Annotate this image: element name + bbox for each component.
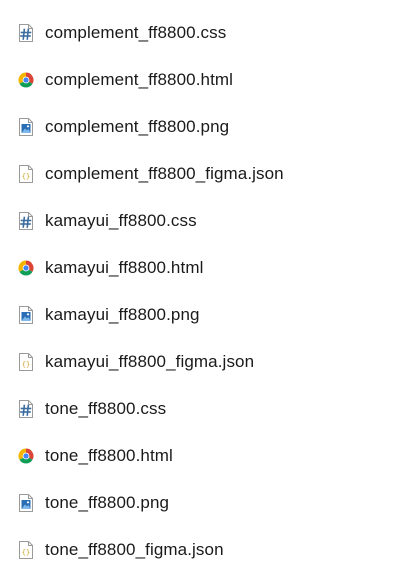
image-file-icon [18,305,34,324]
file-row[interactable]: {} tone_ff8800_figma.json [0,526,417,573]
file-name: complement_ff8800.png [45,116,230,136]
file-row[interactable]: kamayui_ff8800.png [0,291,417,338]
file-name: kamayui_ff8800.css [45,210,197,230]
image-file-icon [18,117,34,136]
file-row[interactable]: complement_ff8800.css [0,9,417,56]
file-name: complement_ff8800.css [45,22,227,42]
file-name: tone_ff8800.css [45,398,167,418]
svg-text:{}: {} [22,172,30,180]
css-file-icon [18,399,34,418]
file-row[interactable]: kamayui_ff8800.css [0,197,417,244]
file-row[interactable]: {} kamayui_ff8800_figma.json [0,338,417,385]
css-file-icon [18,211,34,230]
file-name: tone_ff8800_figma.json [45,539,224,559]
file-name: kamayui_ff8800.png [45,304,200,324]
chrome-html-icon [18,259,34,277]
file-row[interactable]: kamayui_ff8800.html [0,244,417,291]
file-row[interactable]: tone_ff8800.png [0,479,417,526]
file-row[interactable]: tone_ff8800.css [0,385,417,432]
css-file-icon [18,23,34,42]
file-row[interactable]: complement_ff8800.png [0,103,417,150]
file-row[interactable]: {} complement_ff8800_figma.json [0,150,417,197]
chrome-html-icon [18,71,34,89]
file-name: tone_ff8800.png [45,492,170,512]
file-name: kamayui_ff8800.html [45,257,204,277]
file-row[interactable]: complement_ff8800.html [0,56,417,103]
file-list: complement_ff8800.css complement_ff8800.… [0,9,417,573]
file-name: complement_ff8800_figma.json [45,163,284,183]
svg-text:{}: {} [22,360,30,368]
file-name: complement_ff8800.html [45,69,234,89]
json-file-icon: {} [18,164,34,183]
image-file-icon [18,493,34,512]
file-name: kamayui_ff8800_figma.json [45,351,255,371]
chrome-html-icon [18,447,34,465]
file-name: tone_ff8800.html [45,445,173,465]
json-file-icon: {} [18,540,34,559]
svg-text:{}: {} [22,548,30,556]
file-row[interactable]: tone_ff8800.html [0,432,417,479]
json-file-icon: {} [18,352,34,371]
